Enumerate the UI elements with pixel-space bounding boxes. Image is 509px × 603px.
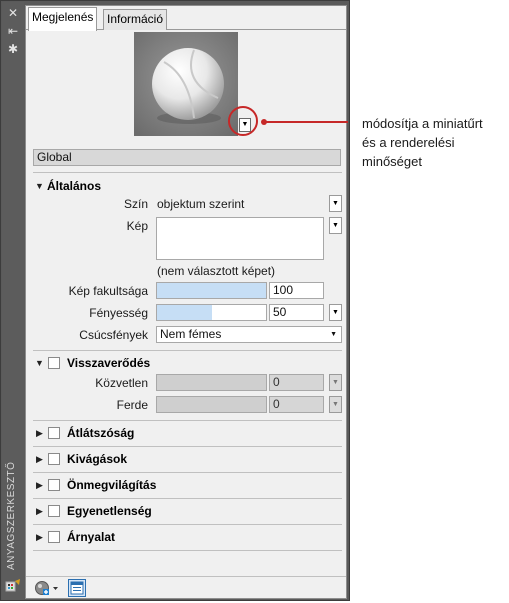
callout-text: módosítja a miniatűrt és a renderelési m… — [362, 114, 507, 171]
callout-line-2: és a renderelési — [362, 135, 455, 150]
section-reflectivity-title[interactable]: Visszaverődés — [67, 356, 150, 370]
gloss-label: Fényesség — [89, 306, 148, 320]
highlights-select[interactable]: Nem fémes ▼ — [156, 326, 342, 343]
expand-triangle-icon[interactable]: ▼ — [35, 181, 44, 191]
create-material-button[interactable] — [34, 580, 60, 596]
direct-input[interactable]: 0 — [269, 374, 324, 391]
image-fade-label: Kép fakultsága — [68, 284, 148, 298]
browser-window-icon — [70, 581, 84, 595]
collapse-triangle-icon[interactable]: ▶ — [36, 532, 43, 543]
autohide-icon[interactable]: ⇤ — [5, 24, 21, 38]
image-fade-input[interactable]: 100 — [269, 282, 324, 299]
oblique-label: Ferde — [116, 398, 148, 412]
image-slot[interactable] — [156, 217, 324, 260]
direct-dropdown-button[interactable]: ▼ — [329, 374, 342, 391]
image-fade-slider[interactable] — [156, 282, 267, 299]
callout-line-1: módosítja a miniatűrt — [362, 116, 483, 131]
chevron-down-icon: ▼ — [330, 331, 337, 338]
collapse-triangle-icon[interactable]: ▶ — [36, 428, 43, 439]
close-icon[interactable]: ✕ — [5, 6, 21, 20]
properties-icon[interactable]: ✱ — [5, 42, 21, 56]
collapse-triangle-icon[interactable]: ▶ — [36, 480, 43, 491]
section-cutouts-title[interactable]: Kivágások — [67, 452, 127, 466]
material-editor-palette: ✕ ⇤ ✱ ANYAGSZERKESZTŐ Megjelenés Informá… — [0, 0, 350, 601]
palette-titlebar[interactable]: ✕ ⇤ ✱ ANYAGSZERKESZTŐ — [2, 2, 24, 600]
separator — [33, 472, 342, 473]
expand-triangle-icon[interactable]: ▼ — [35, 358, 44, 368]
bottom-toolbar — [26, 576, 346, 598]
separator — [33, 446, 342, 447]
image-label: Kép — [126, 219, 148, 233]
separator — [33, 550, 342, 551]
separator — [33, 524, 342, 525]
material-preview[interactable] — [134, 32, 238, 136]
highlights-value: Nem fémes — [160, 327, 222, 341]
highlights-label: Csúcsfények — [79, 328, 148, 342]
cutouts-checkbox[interactable] — [48, 453, 60, 465]
separator — [33, 350, 342, 351]
transparency-checkbox[interactable] — [48, 427, 60, 439]
callout-circle — [228, 106, 258, 136]
self-illumination-checkbox[interactable] — [48, 479, 60, 491]
collapse-triangle-icon[interactable]: ▶ — [36, 506, 43, 517]
collapse-triangle-icon[interactable]: ▶ — [36, 454, 43, 465]
separator — [33, 172, 342, 173]
image-dropdown-button[interactable]: ▼ — [329, 217, 342, 234]
color-value: objektum szerint — [157, 197, 245, 211]
palette-title: ANYAGSZERKESZTŐ — [6, 461, 17, 570]
reflectivity-checkbox[interactable] — [48, 357, 60, 369]
tab-information[interactable]: Információ — [103, 9, 168, 30]
direct-label: Közvetlen — [95, 376, 148, 390]
oblique-slider[interactable] — [156, 396, 267, 413]
tint-checkbox[interactable] — [48, 531, 60, 543]
direct-slider[interactable] — [156, 374, 267, 391]
gloss-slider[interactable] — [156, 304, 267, 321]
section-tint-title[interactable]: Árnyalat — [67, 530, 115, 544]
bump-checkbox[interactable] — [48, 505, 60, 517]
tab-appearance[interactable]: Megjelenés — [28, 7, 98, 31]
callout-dot — [261, 119, 267, 125]
image-caption: (nem választott képet) — [157, 264, 276, 278]
separator — [33, 420, 342, 421]
gloss-input[interactable]: 50 — [269, 304, 324, 321]
separator — [33, 498, 342, 499]
section-general-title[interactable]: Általános — [47, 179, 101, 193]
gloss-dropdown-button[interactable]: ▼ — [329, 304, 342, 321]
section-bump-title[interactable]: Egyenetlenség — [67, 504, 152, 518]
section-transparency-title[interactable]: Átlátszóság — [67, 426, 134, 440]
section-self-illumination-title[interactable]: Önmegvilágítás — [67, 478, 156, 492]
slider-fill — [157, 283, 266, 298]
create-material-icon — [35, 581, 58, 595]
sphere-preview-icon — [134, 32, 238, 136]
tab-bar: Megjelenés Információ — [26, 6, 346, 31]
material-name-field[interactable]: Global — [33, 149, 341, 166]
material-browser-icon[interactable] — [5, 578, 21, 594]
slider-fill — [157, 305, 212, 320]
callout-line-3: minőséget — [362, 154, 422, 169]
palette-content: Megjelenés Információ ▼ Global ▼ Általán… — [25, 5, 347, 599]
callout-leader-line — [262, 121, 348, 123]
color-dropdown-button[interactable]: ▼ — [329, 195, 342, 212]
oblique-input[interactable]: 0 — [269, 396, 324, 413]
color-label: Szín — [123, 197, 148, 211]
oblique-dropdown-button[interactable]: ▼ — [329, 396, 342, 413]
material-browser-toggle[interactable] — [68, 579, 86, 597]
